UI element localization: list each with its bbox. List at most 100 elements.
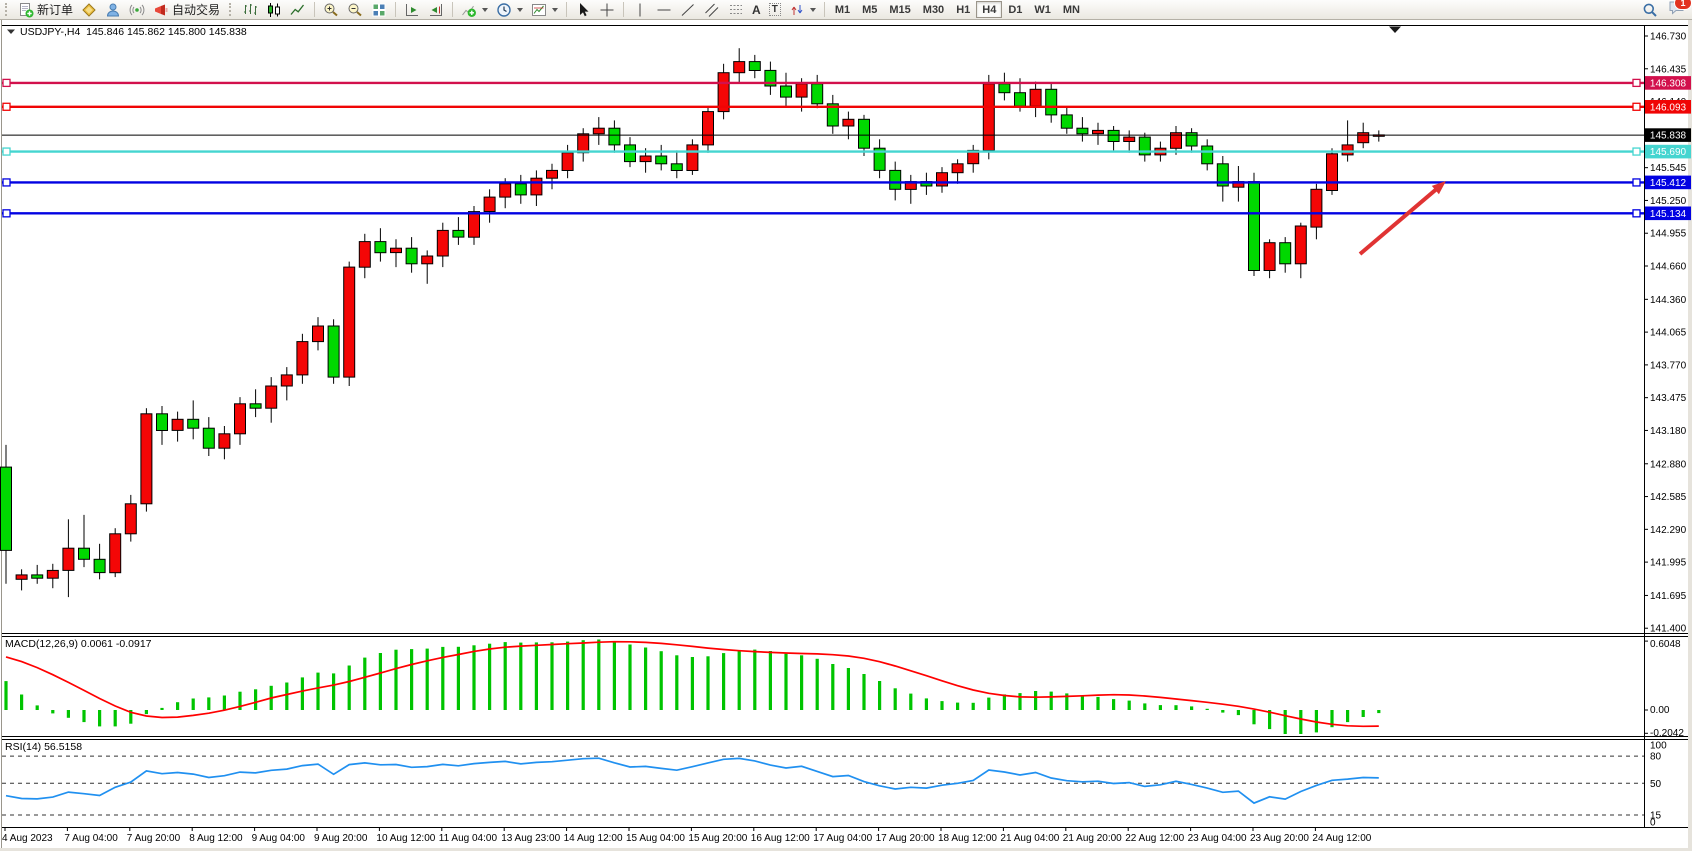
- svg-text:11 Aug 04:00: 11 Aug 04:00: [439, 833, 498, 844]
- arrows-dropdown-arrow[interactable]: [810, 8, 816, 12]
- rsi-label: RSI(14) 56.5158: [5, 741, 82, 753]
- line-handle[interactable]: [1633, 103, 1640, 110]
- svg-text:0.00: 0.00: [1650, 705, 1670, 716]
- new-order-button[interactable]: 新订单: [14, 1, 77, 19]
- timeframe-m1[interactable]: M1: [829, 1, 856, 18]
- svg-text:9 Aug 20:00: 9 Aug 20:00: [314, 833, 368, 844]
- line-handle[interactable]: [3, 79, 10, 86]
- timeframe-m5[interactable]: M5: [856, 1, 883, 18]
- line-handle[interactable]: [1633, 79, 1640, 86]
- svg-text:141.400: 141.400: [1650, 624, 1687, 635]
- candlestick-chart-button[interactable]: [262, 1, 286, 19]
- trendline-tool-button[interactable]: [676, 1, 700, 19]
- bar-chart-button[interactable]: [238, 1, 262, 19]
- svg-text:15 Aug 20:00: 15 Aug 20:00: [688, 833, 747, 844]
- svg-text:7 Aug 20:00: 7 Aug 20:00: [127, 833, 181, 844]
- svg-text:145.250: 145.250: [1650, 196, 1687, 207]
- equidistant-channel-icon: [704, 2, 720, 18]
- svg-text:0.6048: 0.6048: [1650, 639, 1681, 650]
- chart-shift-button[interactable]: [424, 1, 448, 19]
- auto-scroll-icon: [404, 2, 420, 18]
- periods-button[interactable]: [492, 1, 527, 19]
- channel-tool-button[interactable]: [700, 1, 724, 19]
- timeframe-mn[interactable]: MN: [1057, 1, 1086, 18]
- community-button[interactable]: [101, 1, 125, 19]
- svg-text:146.435: 146.435: [1650, 64, 1687, 75]
- line-handle[interactable]: [1633, 179, 1640, 186]
- svg-text:143.180: 143.180: [1650, 426, 1687, 437]
- templates-button[interactable]: [527, 1, 562, 19]
- arrows-tool-button[interactable]: [785, 1, 820, 19]
- timeframe-h1[interactable]: H1: [950, 1, 976, 18]
- svg-text:145.690: 145.690: [1650, 147, 1687, 158]
- toolbar-grip[interactable]: [5, 3, 10, 16]
- line-handle[interactable]: [1633, 148, 1640, 155]
- line-chart-icon: [290, 2, 306, 18]
- profile-icon: [105, 2, 121, 18]
- svg-text:24 Aug 12:00: 24 Aug 12:00: [1312, 833, 1371, 844]
- vertical-line-tool-button[interactable]: [628, 1, 652, 19]
- line-chart-button[interactable]: [286, 1, 310, 19]
- svg-text:145.838: 145.838: [1650, 131, 1687, 142]
- trendline-icon: [680, 2, 696, 18]
- text-tool-button[interactable]: A: [748, 1, 765, 19]
- indicators-icon: [461, 2, 477, 18]
- svg-text:21 Aug 20:00: 21 Aug 20:00: [1063, 833, 1122, 844]
- timeframe-m15[interactable]: M15: [883, 1, 916, 18]
- line-handle[interactable]: [3, 179, 10, 186]
- svg-text:4 Aug 2023: 4 Aug 2023: [2, 833, 53, 844]
- cursor-icon: [575, 2, 591, 18]
- indicators-button[interactable]: [457, 1, 492, 19]
- svg-text:17 Aug 04:00: 17 Aug 04:00: [813, 833, 872, 844]
- svg-text:14 Aug 12:00: 14 Aug 12:00: [564, 833, 623, 844]
- line-handle[interactable]: [3, 210, 10, 217]
- timeframe-d1[interactable]: D1: [1002, 1, 1028, 18]
- notifications-button[interactable]: 1: [1668, 0, 1686, 20]
- signals-button[interactable]: [125, 1, 149, 19]
- text-label-tool-icon: T: [769, 3, 781, 16]
- zoom-in-button[interactable]: [319, 1, 343, 19]
- toolbar: 新订单 自动交易: [0, 0, 1692, 20]
- line-handle[interactable]: [1633, 210, 1640, 217]
- svg-text:141.995: 141.995: [1650, 558, 1687, 569]
- macd-label: MACD(12,26,9) 0.0061 -0.0917: [5, 638, 152, 650]
- svg-text:22 Aug 12:00: 22 Aug 12:00: [1125, 833, 1184, 844]
- svg-text:145.134: 145.134: [1650, 209, 1687, 220]
- new-order-icon: [18, 2, 34, 18]
- chart-root: 146.730146.435146.140145.845145.545145.2…: [0, 20, 1692, 851]
- fibonacci-icon: [728, 2, 744, 18]
- crosshair-tool-button[interactable]: [595, 1, 619, 19]
- new-order-label: 新订单: [37, 1, 73, 18]
- periods-dropdown-arrow[interactable]: [517, 8, 523, 12]
- svg-text:144.660: 144.660: [1650, 262, 1687, 273]
- fibonacci-tool-button[interactable]: [724, 1, 748, 19]
- text-label-tool-button[interactable]: T: [765, 1, 785, 19]
- templates-dropdown-arrow[interactable]: [552, 8, 558, 12]
- horizontal-line-tool-button[interactable]: [652, 1, 676, 19]
- timeframe-m30[interactable]: M30: [917, 1, 950, 18]
- search-button[interactable]: [1638, 1, 1662, 19]
- indicators-dropdown-arrow[interactable]: [482, 8, 488, 12]
- timeframe-w1[interactable]: W1: [1028, 1, 1057, 18]
- gold-icon: [81, 2, 97, 18]
- svg-text:15 Aug 04:00: 15 Aug 04:00: [626, 833, 685, 844]
- svg-text:80: 80: [1650, 752, 1662, 763]
- svg-text:7 Aug 04:00: 7 Aug 04:00: [64, 833, 118, 844]
- chart-canvas[interactable]: 146.730146.435146.140145.845145.545145.2…: [0, 20, 1692, 851]
- tile-windows-icon: [371, 2, 387, 18]
- horizontal-line-icon: [656, 2, 672, 18]
- zoom-out-button[interactable]: [343, 1, 367, 19]
- toolbar-grip[interactable]: [229, 3, 234, 16]
- cursor-tool-button[interactable]: [571, 1, 595, 19]
- svg-text:13 Aug 23:00: 13 Aug 23:00: [501, 833, 560, 844]
- line-handle[interactable]: [3, 148, 10, 155]
- gold-button[interactable]: [77, 1, 101, 19]
- auto-scroll-button[interactable]: [400, 1, 424, 19]
- auto-trading-button[interactable]: 自动交易: [149, 1, 224, 19]
- svg-text:142.880: 142.880: [1650, 459, 1687, 470]
- line-handle[interactable]: [3, 103, 10, 110]
- svg-text:21 Aug 04:00: 21 Aug 04:00: [1000, 833, 1059, 844]
- timeframe-h4[interactable]: H4: [976, 1, 1002, 18]
- search-icon: [1642, 2, 1658, 18]
- tile-windows-button[interactable]: [367, 1, 391, 19]
